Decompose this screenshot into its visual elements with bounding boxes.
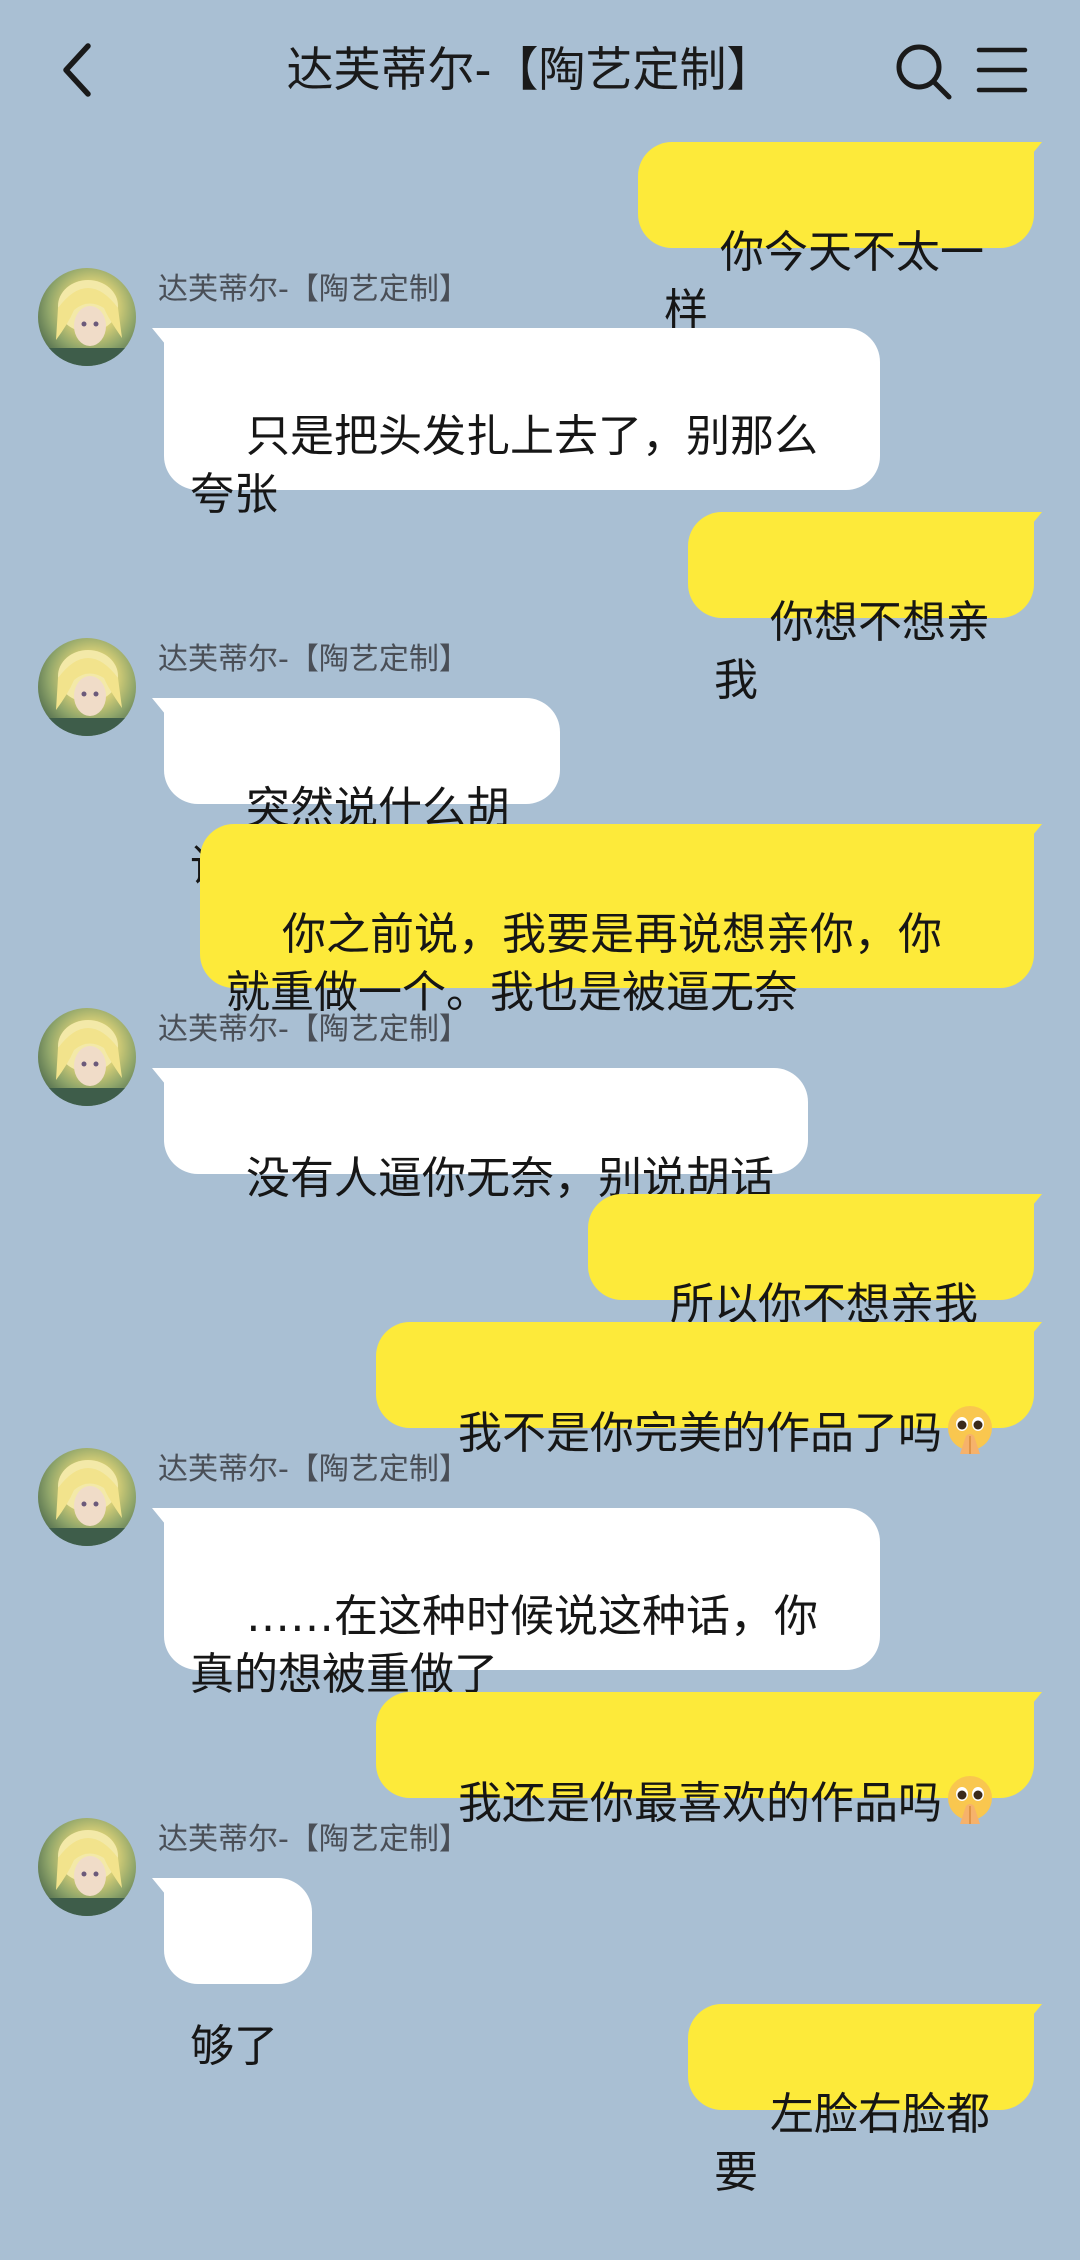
outgoing-message[interactable]: 你今天不太一样 [638, 142, 1034, 336]
avatar[interactable] [38, 1448, 136, 1546]
sender-name: 达芙蒂尔-【陶艺定制】 [158, 1822, 469, 1857]
chat-title: 达芙蒂尔-【陶艺定制】 [286, 43, 774, 98]
incoming-message[interactable]: 没有人逼你无奈，别说胡话 [164, 1068, 808, 1204]
message-text: 我还是你最喜欢的作品吗 [457, 1778, 942, 1829]
message-text: 你想不想亲我 [714, 597, 990, 706]
message-text: 左脸右脸都要 [714, 2089, 990, 2198]
incoming-message[interactable]: ……在这种时候说这种话，你 真的想被重做了 [164, 1508, 880, 1700]
bubble-tail [1016, 142, 1042, 164]
message-text: 我不是你完美的作品了吗 [457, 1408, 942, 1459]
avatar[interactable] [38, 268, 136, 366]
sender-name: 达芙蒂尔-【陶艺定制】 [158, 1452, 469, 1487]
bubble-tail [1016, 1692, 1042, 1714]
incoming-message[interactable]: 只是把头发扎上去了，别那么 夸张 [164, 328, 880, 520]
sender-name: 达芙蒂尔-【陶艺定制】 [158, 272, 469, 307]
sender-name: 达芙蒂尔-【陶艺定制】 [158, 1012, 469, 1047]
bubble-tail [1016, 1194, 1042, 1216]
outgoing-message[interactable]: 我不是你完美的作品了吗 [376, 1322, 1034, 1459]
avatar[interactable] [38, 1008, 136, 1106]
incoming-message[interactable]: 突然说什么胡话 [164, 698, 560, 892]
bubble-tail [1016, 512, 1042, 534]
avatar-portrait-icon [38, 1460, 136, 1546]
pleading-hands-emoji-icon [947, 1406, 992, 1454]
bubble-tail [1016, 824, 1042, 846]
avatar-portrait-icon [38, 650, 136, 736]
avatar-portrait-icon [38, 1020, 136, 1106]
message-text: ……在这种时候说这种话，你 真的想被重做了 [190, 1591, 818, 1700]
message-text: 你今天不太一样 [664, 227, 984, 336]
menu-button[interactable] [976, 44, 1028, 96]
message-text: 只是把头发扎上去了，别那么 夸张 [190, 411, 818, 520]
menu-icon [976, 47, 1028, 93]
outgoing-message[interactable]: 我还是你最喜欢的作品吗 [376, 1692, 1034, 1829]
bubble-tail [1016, 2004, 1042, 2026]
outgoing-message[interactable]: 你之前说，我要是再说想亲你，你 就重做一个。我也是被逼无奈 [200, 824, 1034, 1018]
outgoing-message[interactable]: 你想不想亲我 [688, 512, 1034, 706]
avatar[interactable] [38, 638, 136, 736]
avatar[interactable] [38, 1818, 136, 1916]
pleading-hands-emoji-icon [947, 1776, 992, 1824]
back-button[interactable] [50, 38, 106, 102]
avatar-portrait-icon [38, 1830, 136, 1916]
message-text: 够了 [190, 2021, 278, 2072]
sender-name: 达芙蒂尔-【陶艺定制】 [158, 642, 469, 677]
search-icon [896, 44, 952, 100]
bubble-tail [1016, 1322, 1042, 1344]
chevron-left-icon [63, 43, 91, 97]
top-bar: 达芙蒂尔-【陶艺定制】 [0, 0, 1080, 140]
outgoing-message[interactable]: 左脸右脸都要 [688, 2004, 1034, 2198]
outgoing-message[interactable]: 所以你不想亲我吗 [588, 1194, 1034, 1388]
incoming-message[interactable]: 够了 [164, 1878, 312, 2072]
message-text: 你之前说，我要是再说想亲你，你 就重做一个。我也是被逼无奈 [226, 909, 942, 1018]
search-button[interactable] [892, 40, 954, 102]
avatar-portrait-icon [38, 280, 136, 366]
